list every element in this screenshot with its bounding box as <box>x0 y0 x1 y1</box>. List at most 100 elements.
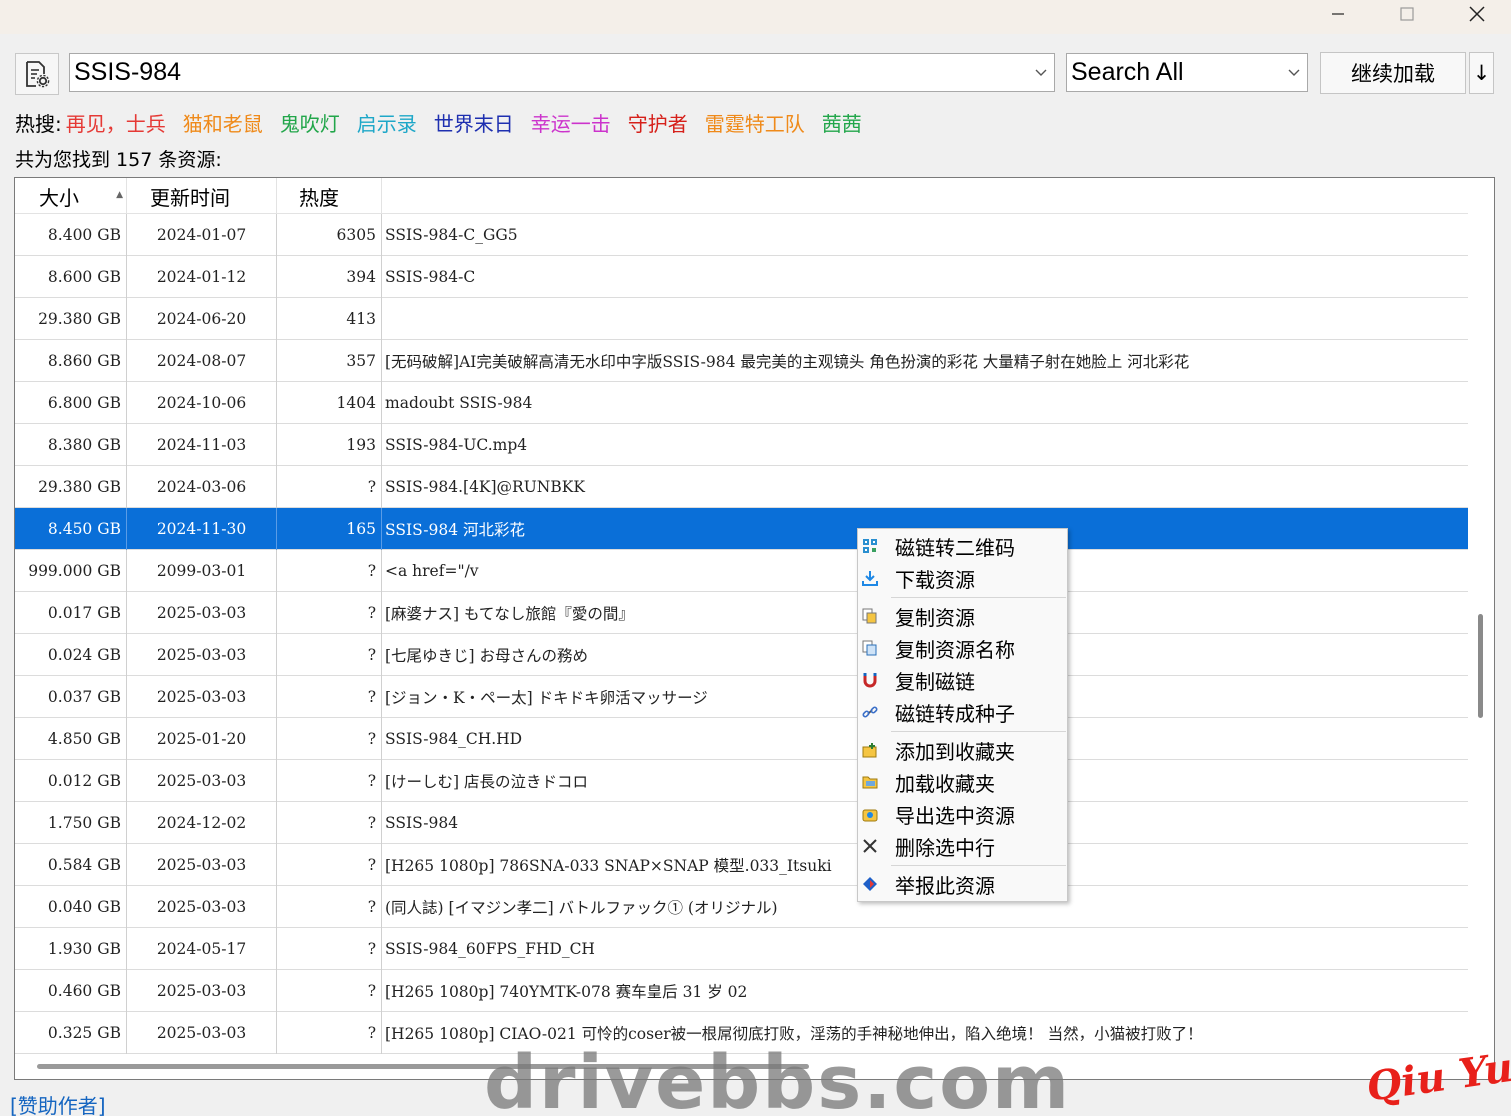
table-row[interactable]: 1.930 GB 2024-05-17? SSIS-984_60FPS_FHD_CH <box>15 928 1468 970</box>
cell-heat: ? <box>277 466 382 508</box>
hot-search-item[interactable]: 启示录 <box>357 108 417 137</box>
menu-item-copy-name-label: 复制资源名称 <box>895 637 1015 662</box>
table-row[interactable]: 8.860 GB 2024-08-07 357 [无码破解]AI完美破解高清无水印中字… <box>15 340 1468 382</box>
hot-search-item[interactable]: 雷霆特工队 <box>705 108 805 137</box>
cell-heat: 1404 <box>277 382 382 424</box>
cell-heat: 193 <box>277 424 382 466</box>
cell-size: 999.000 GB <box>15 550 127 592</box>
cell-heat: 6305 <box>277 214 382 256</box>
menu-item-load-favorites[interactable]: 加载收藏夹 <box>858 766 1067 798</box>
cell-heat: ? <box>277 676 382 718</box>
table-row[interactable]: 0.017 GB 2025-03-03? [麻婆ナス] もてなし旅館『愛の間』 <box>15 592 1468 634</box>
table-row[interactable]: 1.750 GB 2024-12-02? SSIS-984 <box>15 802 1468 844</box>
table-row[interactable]: 0.584 GB 2025-03-03? [H265 1080p] 786SNA-0… <box>15 844 1468 886</box>
menu-item-magnet-to-torrent[interactable]: 磁链转成种子 <box>858 696 1067 728</box>
cell-date: 2025-03-03 <box>127 886 277 928</box>
menu-item-report[interactable]: 举报此资源 <box>858 868 1067 900</box>
cell-heat: ? <box>277 802 382 844</box>
cell-date: 2024-10-06 <box>127 382 277 424</box>
table-row[interactable]: 8.400 GB 2024-01-07 6305 SSIS-984-C_GG5 <box>15 214 1468 256</box>
cell-heat: ? <box>277 592 382 634</box>
cell-size: 29.380 GB <box>15 466 127 508</box>
results-grid[interactable]: 大小 ▲ 更新时间 热度 8.400 GB 2024-01-07 6305 SSIS-… <box>14 177 1495 1080</box>
cell-date: 2025-03-03 <box>127 1012 277 1054</box>
search-scope-select[interactable]: Search All <box>1066 53 1308 92</box>
table-row[interactable]: 4.850 GB 2025-01-20? SSIS-984_CH.HD <box>15 718 1468 760</box>
cell-name: SSIS-984-UC.mp4 <box>385 436 528 454</box>
hot-search-item[interactable]: 守护者 <box>628 108 688 137</box>
settings-doc-button[interactable] <box>15 53 59 95</box>
table-row[interactable]: 29.380 GB 2024-06-20 413 <box>15 298 1468 340</box>
table-row[interactable]: 0.460 GB 2025-03-03? [H265 1080p] 740YMTK-… <box>15 970 1468 1012</box>
hot-search-item[interactable]: 世界末日 <box>434 108 514 137</box>
cell-date: 2024-01-07 <box>127 214 277 256</box>
table-row[interactable]: 0.040 GB 2025-03-03? (同人誌) [イマジン孝二] バトルファッ… <box>15 886 1468 928</box>
maximize-button[interactable] <box>1372 0 1442 28</box>
table-row[interactable]: 999.000 GB 2099-03-01? <a href="/v <box>15 550 1468 592</box>
vertical-scrollbar[interactable] <box>1468 178 1494 1079</box>
column-header-heat[interactable]: 热度 <box>277 178 382 214</box>
minimize-icon <box>1332 13 1344 15</box>
table-row[interactable]: 0.024 GB 2025-03-03? [七尾ゆきじ] お母さんの務め <box>15 634 1468 676</box>
menu-item-download[interactable]: 下载资源 <box>858 562 1067 594</box>
table-row[interactable]: 8.600 GB 2024-01-12 394 SSIS-984-C <box>15 256 1468 298</box>
cell-size: 0.017 GB <box>15 592 127 634</box>
menu-item-delete-selected[interactable]: 删除选中行 <box>858 830 1067 862</box>
cell-heat: ? <box>277 844 382 886</box>
menu-item-copy-name[interactable]: 复制资源名称 <box>858 632 1067 664</box>
document-settings-icon <box>26 61 50 88</box>
cell-size: 4.850 GB <box>15 718 127 760</box>
menu-item-delete-selected-label: 删除选中行 <box>895 835 995 860</box>
menu-item-qr-code-label: 磁链转二维码 <box>895 535 1015 560</box>
minimize-button[interactable] <box>1303 0 1373 28</box>
menu-item-load-favorites-label: 加载收藏夹 <box>895 771 995 796</box>
cell-date: 2025-03-03 <box>127 592 277 634</box>
cell-date: 2024-06-20 <box>127 298 277 340</box>
search-dropdown[interactable] <box>1028 54 1054 91</box>
sponsor-link[interactable]: [赞助作者] <box>10 1090 106 1116</box>
load-more-button[interactable]: 继续加载 <box>1320 52 1466 94</box>
menu-item-export-selected[interactable]: 导出选中资源 <box>858 798 1067 830</box>
cell-size: 0.460 GB <box>15 970 127 1012</box>
column-header-name[interactable] <box>382 178 1468 214</box>
menu-item-qr-code[interactable]: 磁链转二维码 <box>858 530 1067 562</box>
hot-search-item[interactable]: 再见，士兵 <box>66 108 166 137</box>
search-input[interactable]: SSIS-984 <box>69 53 1055 92</box>
menu-item-copy-magnet[interactable]: 复制磁链 <box>858 664 1067 696</box>
table-row[interactable]: 8.450 GB 2024-11-30 165 SSIS-984 河北彩花 <box>15 508 1468 550</box>
hot-search-item[interactable]: 猫和老鼠 <box>183 108 263 137</box>
scroll-down-button[interactable]: ↓ <box>1469 52 1494 94</box>
menu-item-copy-resource[interactable]: 复制资源 <box>858 600 1067 632</box>
scope-dropdown[interactable] <box>1281 54 1307 91</box>
cell-size: 0.040 GB <box>15 886 127 928</box>
hot-search-item[interactable]: 茜茜 <box>822 108 862 137</box>
hot-search-item[interactable]: 幸运一击 <box>531 108 611 137</box>
menu-item-download-label: 下载资源 <box>895 567 975 592</box>
result-count: 共为您找到 157 条资源: <box>15 149 222 171</box>
table-row[interactable]: 0.037 GB 2025-03-03? [ジョン・K・ペー太] ドキドキ卵活マッサ… <box>15 676 1468 718</box>
search-scope-value: Search All <box>1071 58 1184 86</box>
hot-search-item[interactable]: 鬼吹灯 <box>280 108 340 137</box>
cell-date: 2024-11-30 <box>127 508 277 550</box>
table-row[interactable]: 6.800 GB 2024-10-06 1404 madoubt SSIS-984 <box>15 382 1468 424</box>
cell-size: 8.860 GB <box>15 340 127 382</box>
context-menu: 磁链转二维码 下载资源 复制资源 复制资源名称 复制磁链 磁链转成种子 添加到收… <box>857 528 1068 902</box>
vertical-scroll-thumb[interactable] <box>1478 614 1483 718</box>
copy-name-icon <box>862 640 878 656</box>
cell-date: 2024-03-06 <box>127 466 277 508</box>
column-header-date[interactable]: 更新时间 <box>127 178 277 214</box>
title-bar <box>0 0 1511 34</box>
cell-heat: 357 <box>277 340 382 382</box>
cell-heat: ? <box>277 634 382 676</box>
table-row[interactable]: 29.380 GB 2024-03-06? SSIS-984.[4K]@RUNBKK <box>15 466 1468 508</box>
table-row[interactable]: 8.380 GB 2024-11-03 193 SSIS-984-UC.mp4 <box>15 424 1468 466</box>
menu-item-add-favorite[interactable]: 添加到收藏夹 <box>858 734 1067 766</box>
download-icon <box>862 570 878 586</box>
table-row[interactable]: 0.012 GB 2025-03-03? [けーしむ] 店長の泣きドコロ <box>15 760 1468 802</box>
column-header-size[interactable]: 大小 ▲ <box>15 178 127 214</box>
search-query[interactable]: SSIS-984 <box>70 58 1028 87</box>
maximize-icon <box>1400 7 1414 21</box>
column-header-heat-label: 热度 <box>299 185 339 210</box>
export-icon <box>862 806 878 822</box>
close-window-button[interactable] <box>1442 0 1511 28</box>
